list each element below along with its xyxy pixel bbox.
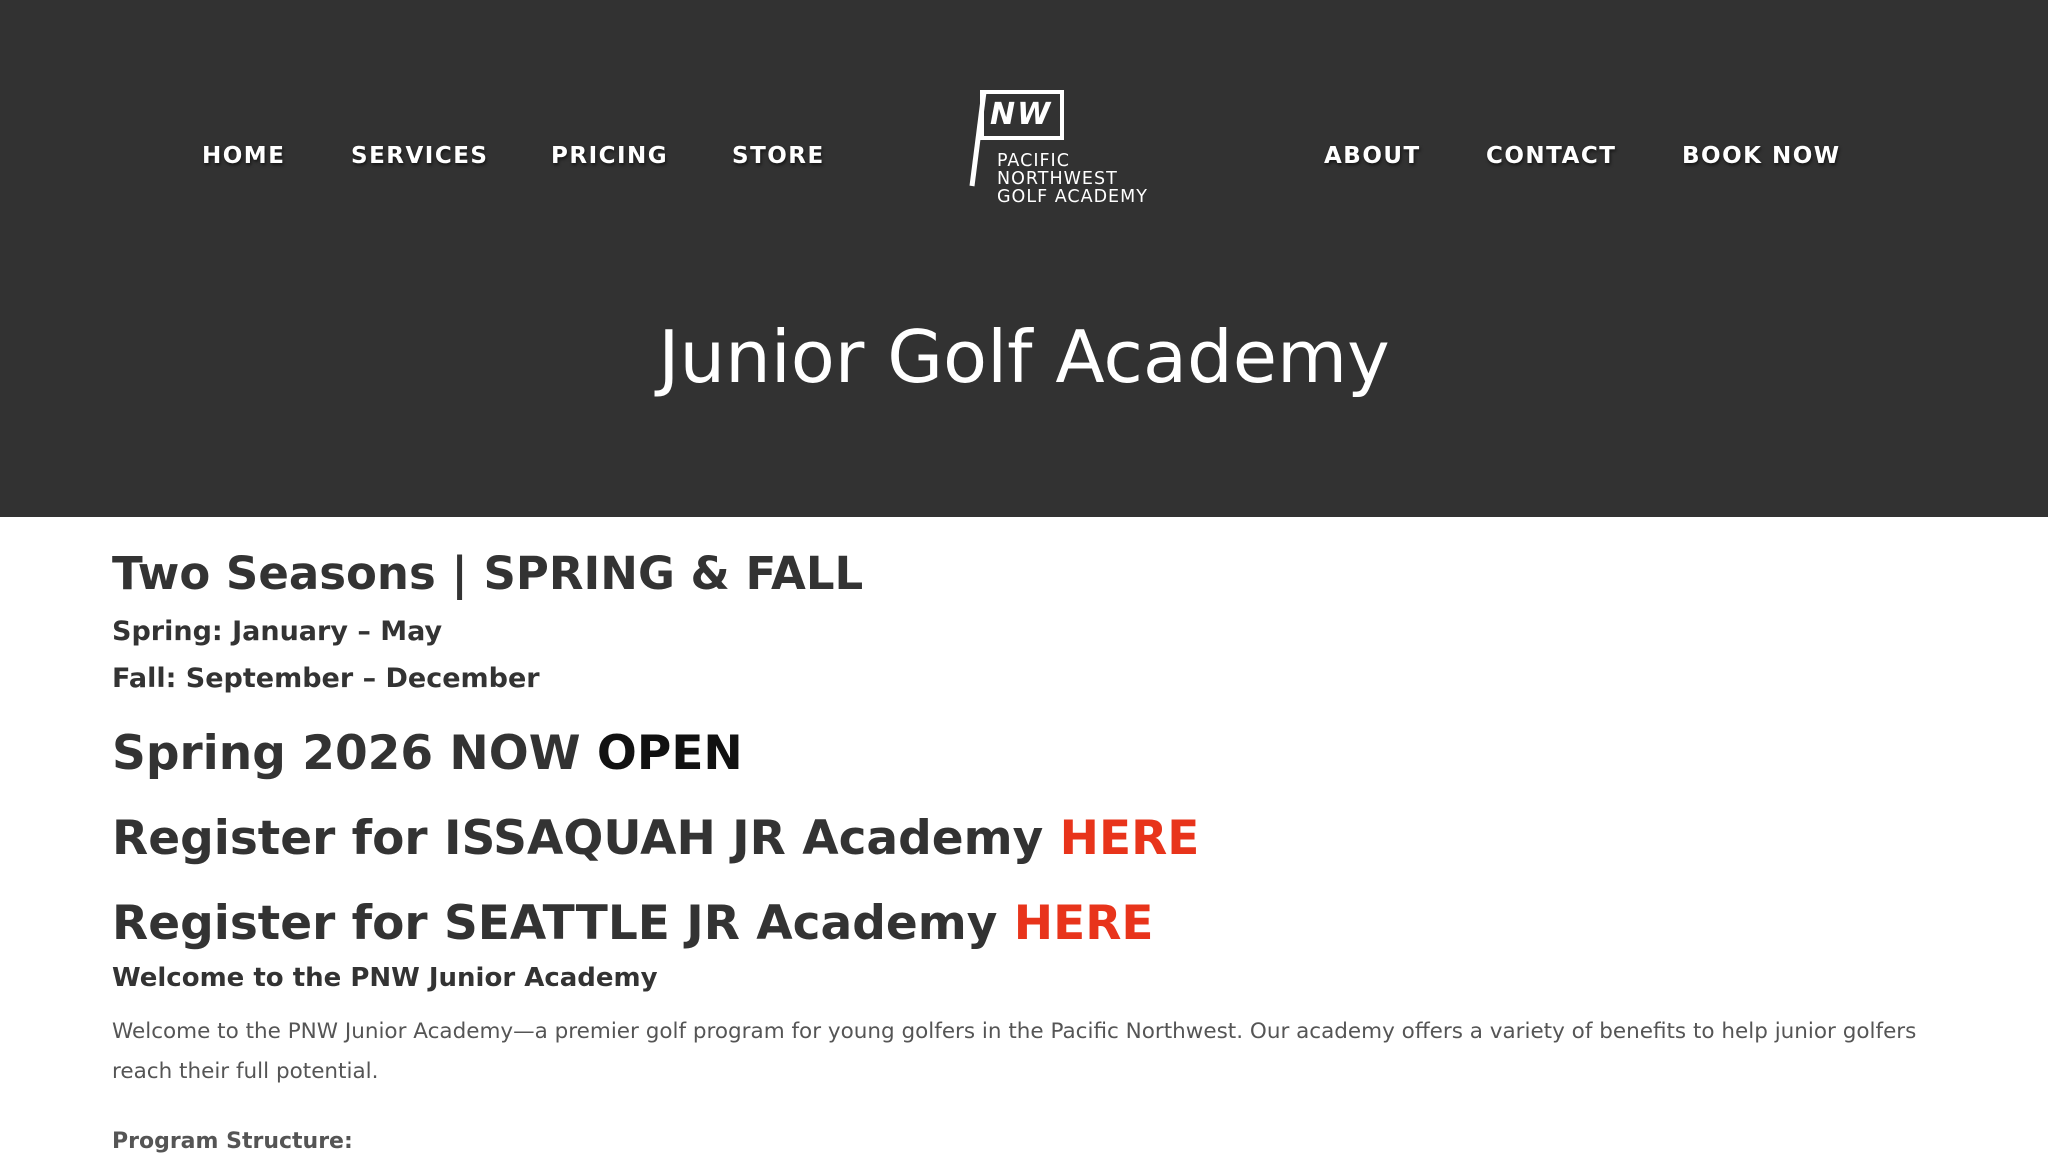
- site-logo[interactable]: NW PACIFIC NORTHWEST GOLF ACADEMY: [968, 88, 1188, 210]
- logo-line-2: NORTHWEST: [997, 169, 1118, 189]
- nav-pricing[interactable]: PRICING: [551, 138, 668, 174]
- nav-services[interactable]: SERVICES: [351, 138, 489, 174]
- logo-line-1: PACIFIC: [997, 151, 1070, 171]
- logo-line-3: GOLF ACADEMY: [997, 187, 1148, 207]
- program-structure-heading: Program Structure:: [112, 1129, 353, 1154]
- spring-open-prefix: Spring 2026 NOW: [112, 726, 597, 781]
- page-title: Junior Golf Academy: [658, 315, 1390, 399]
- spring-dates: Spring: January – May: [112, 616, 443, 647]
- welcome-paragraph: Welcome to the PNW Junior Academy—a prem…: [112, 1019, 1917, 1084]
- welcome-heading: Welcome to the PNW Junior Academy: [112, 963, 658, 993]
- logo-mark: NW: [990, 97, 1053, 132]
- issaquah-register-text: Register for ISSAQUAH JR Academy: [112, 811, 1060, 866]
- nav-about[interactable]: ABOUT: [1324, 138, 1421, 174]
- site-header: HOME SERVICES PRICING STORE NW PACIFIC N…: [0, 0, 2048, 517]
- nav-book-now[interactable]: BOOK NOW: [1682, 138, 1841, 174]
- open-word: OPEN: [596, 726, 743, 781]
- issaquah-register-heading: Register for ISSAQUAH JR Academy HERE: [112, 808, 1199, 870]
- nav-contact[interactable]: CONTACT: [1486, 138, 1616, 174]
- seattle-register-link[interactable]: HERE: [1014, 896, 1154, 951]
- nav-home[interactable]: HOME: [202, 138, 285, 174]
- nav-store[interactable]: STORE: [732, 138, 825, 174]
- seasons-heading: Two Seasons | SPRING & FALL: [112, 547, 864, 600]
- issaquah-register-link[interactable]: HERE: [1060, 811, 1200, 866]
- seattle-register-heading: Register for SEATTLE JR Academy HERE: [112, 893, 1154, 955]
- fall-dates: Fall: September – December: [112, 663, 540, 694]
- seattle-register-text: Register for SEATTLE JR Academy: [112, 896, 1014, 951]
- spring-open-heading: Spring 2026 NOW OPEN: [112, 723, 743, 785]
